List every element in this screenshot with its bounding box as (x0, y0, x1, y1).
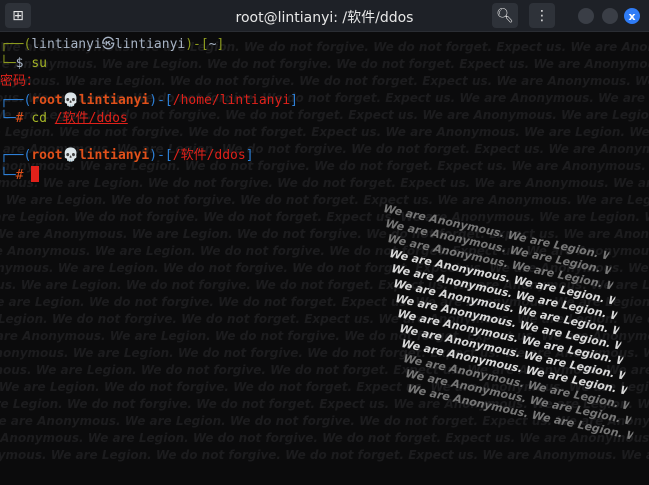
wallpaper-text: We are Anonymous. We are Legion. We do n… (0, 193, 649, 207)
wallpaper-text: We are Anonymous. We are Legion. We do n… (0, 210, 649, 224)
cursor (31, 165, 40, 182)
minimize-button[interactable] (578, 8, 594, 24)
wallpaper-text: We are Anonymous. We are Legion. We do n… (0, 448, 649, 462)
close-icon: x (628, 9, 636, 23)
command-line: └─# (0, 165, 298, 186)
wallpaper-text: We are Anonymous. We are Legion. We do n… (0, 431, 649, 445)
kebab-menu-icon: ⋮ (535, 7, 549, 24)
prompt-line: ┌──(root💀lintianyi)-[/home/lintianyi] (0, 92, 298, 108)
menu-button[interactable]: ⋮ (529, 3, 555, 28)
terminal-output[interactable]: ┌──(lintianyi㉿lintianyi)-[~] └─$ su 密码： ┌──… (0, 36, 298, 185)
password-prompt: 密码： (0, 74, 40, 89)
command-line: └─$ su (0, 55, 47, 71)
prompt-line: ┌──(lintianyi㉿lintianyi)-[~] (0, 37, 225, 52)
search-icon: 🔍︎ (496, 7, 514, 24)
prompt-line: ┌──(root💀lintianyi)-[/软件/ddos] (0, 148, 254, 163)
command-line: └─# cd /软件/ddos (0, 111, 128, 126)
close-button[interactable]: x (624, 8, 640, 24)
maximize-button[interactable] (602, 8, 618, 24)
title-bar: ⊞ root@lintianyi: /软件/ddos 🔍︎ ⋮ x (0, 0, 649, 32)
search-button[interactable]: 🔍︎ (492, 3, 518, 28)
